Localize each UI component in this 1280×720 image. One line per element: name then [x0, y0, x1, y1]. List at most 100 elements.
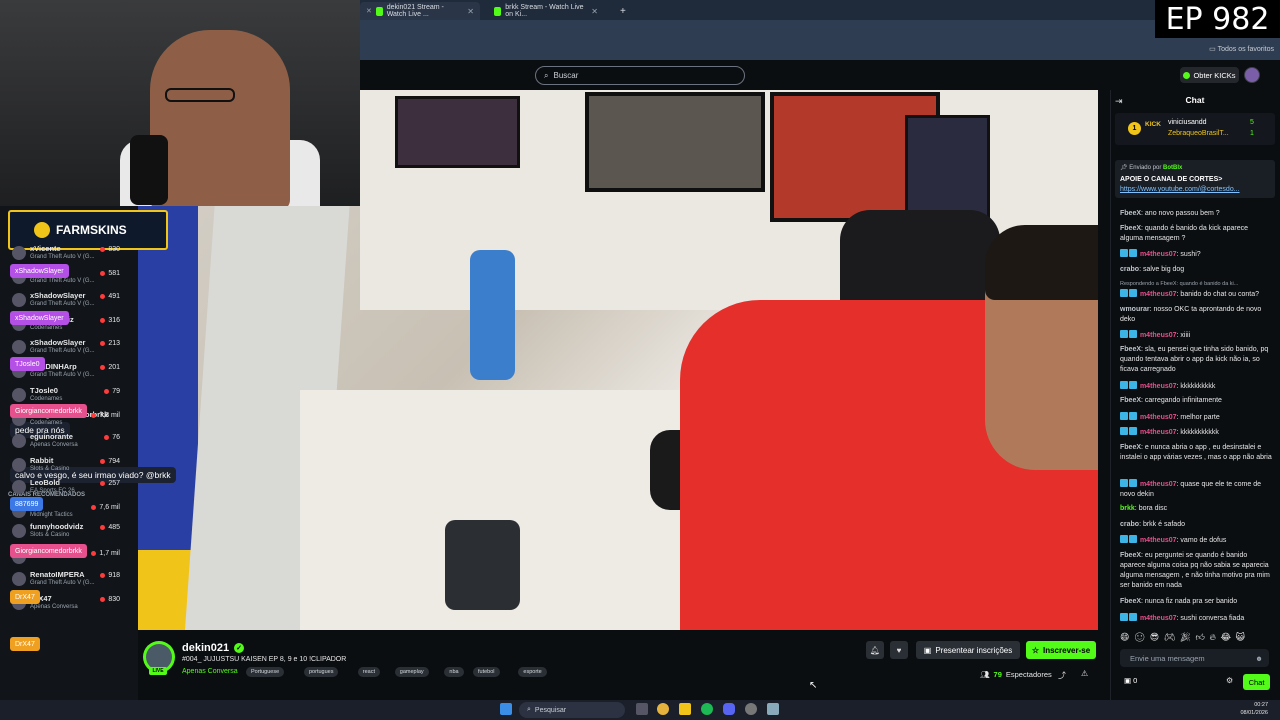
- stream-tag[interactable]: react: [357, 667, 381, 677]
- viewer-count: 581: [100, 270, 120, 277]
- chat-message[interactable]: FbeeX: sla, eu pensei que tinha sido ban…: [1120, 345, 1272, 375]
- farmskins-label: FARMSKINS: [56, 223, 127, 237]
- chat-message[interactable]: FbeeX: eu perguntei se quando é banido a…: [1120, 551, 1272, 591]
- discord-icon[interactable]: [723, 703, 735, 715]
- close-icon[interactable]: ✕: [467, 7, 474, 16]
- spotify-icon[interactable]: [701, 703, 713, 715]
- chat-message[interactable]: FbeeX: quando é banido da kick aparece a…: [1120, 224, 1272, 244]
- chrome-icon[interactable]: [657, 703, 669, 715]
- taskbar-clock[interactable]: 00:27 08/01/2026: [1240, 701, 1268, 717]
- chat-username[interactable]: m4theus07: [1140, 383, 1177, 390]
- chat-username[interactable]: m4theus07: [1140, 429, 1177, 436]
- channel-name: xVicente: [30, 244, 61, 253]
- user-avatar[interactable]: [1244, 67, 1260, 83]
- browser-tab[interactable]: brkk Stream - Watch Live on Ki... ✕: [488, 2, 604, 20]
- chat-message[interactable]: m4theus07: vamo de dofus: [1120, 535, 1272, 546]
- chat-username[interactable]: FbeeX: [1120, 225, 1141, 232]
- sidebar-channel-item[interactable]: xShadowSlayer Grand Theft Auto V (G... 491: [12, 291, 128, 313]
- chat-username[interactable]: m4theus07: [1140, 291, 1177, 298]
- stream-category[interactable]: Apenas Conversa: [182, 668, 238, 675]
- gift-subs-button[interactable]: ▣ Presentear inscrições: [916, 641, 1020, 659]
- chat-message[interactable]: m4theus07: quase que ele te come de novo…: [1120, 479, 1272, 500]
- stream-tag[interactable]: nba: [444, 667, 464, 677]
- browser-tab[interactable]: ✕ dekin021 Stream - Watch Live ... ✕: [360, 2, 480, 20]
- chat-username[interactable]: FbeeX: [1120, 444, 1141, 451]
- chat-username[interactable]: m4theus07: [1140, 537, 1177, 544]
- get-kicks-label: Obter KICKs: [1193, 70, 1236, 80]
- close-icon[interactable]: ✕: [366, 7, 372, 15]
- chat-message[interactable]: FbeeX: e nunca abria o app , eu desinsta…: [1120, 443, 1272, 463]
- chat-message[interactable]: FbeeX: nunca fiz nada pra ser banido: [1120, 597, 1272, 607]
- get-kicks-button[interactable]: Obter KICKs: [1180, 67, 1239, 83]
- all-bookmarks[interactable]: ▭ Todos os favoritos: [1209, 45, 1274, 53]
- obs-icon[interactable]: [745, 703, 757, 715]
- sidebar-channel-item[interactable]: xVicente Grand Theft Auto V (G... 830: [12, 244, 128, 266]
- chat-username[interactable]: m4theus07: [1140, 481, 1177, 488]
- chat-message[interactable]: m4theus07: sushi?: [1120, 249, 1272, 260]
- viewer-count-text: 7,3 mil: [99, 412, 120, 419]
- stream-tag[interactable]: Portuguese: [246, 667, 285, 677]
- chat-input[interactable]: Envie uma mensagem ☻: [1120, 649, 1269, 667]
- stream-tag[interactable]: futebol: [473, 667, 500, 677]
- address-bar[interactable]: [360, 20, 1280, 60]
- report-icon[interactable]: ⚠: [1081, 669, 1088, 678]
- streamer-name[interactable]: dekin021 ✓: [182, 642, 245, 654]
- chat-points[interactable]: ▣ 0: [1124, 676, 1137, 685]
- follow-button[interactable]: ♥: [890, 641, 908, 659]
- chat-message[interactable]: m4theus07: banido do chat ou conta?: [1120, 289, 1272, 300]
- task-view-icon[interactable]: [636, 703, 648, 715]
- kick-coin-icon: [1183, 71, 1191, 79]
- chat-message[interactable]: m4theus07: sushi conversa fiada: [1120, 613, 1272, 624]
- leader-user[interactable]: ZebraqueoBrasilT...: [1168, 130, 1229, 137]
- chat-username[interactable]: FbeeX: [1120, 598, 1141, 605]
- folder-icon[interactable]: [679, 703, 691, 715]
- chat-username[interactable]: FbeeX: [1120, 346, 1141, 353]
- chat-username[interactable]: m4theus07: [1140, 615, 1177, 622]
- emoji-icon[interactable]: ☻: [1255, 654, 1263, 663]
- search-input[interactable]: ⌕ Buscar: [535, 66, 745, 85]
- chat-message[interactable]: FbeeX: ano novo passou bem ?: [1120, 209, 1272, 219]
- sidebar-channel-item[interactable]: funnyhoodvidz Slots & Casino 485: [12, 522, 128, 544]
- subscribe-button[interactable]: ☆ Inscrever-se: [1026, 641, 1096, 659]
- stream-tag[interactable]: portugues: [304, 667, 339, 677]
- chat-message[interactable]: m4theus07: kkkkkkkkkk: [1120, 381, 1272, 392]
- chat-username[interactable]: m4theus07: [1140, 332, 1177, 339]
- taskbar-search[interactable]: ⌕ Pesquisar: [519, 702, 625, 718]
- emote-bar[interactable]: 😄︎ 🙂︎ 😎︎ 🎮︎ 🎉︎ 👍︎ 🔥︎ 😂︎ 😺︎: [1120, 632, 1246, 643]
- chat-message[interactable]: m4theus07: xiiii: [1120, 330, 1272, 341]
- start-icon[interactable]: [500, 703, 512, 715]
- chat-username[interactable]: FbeeX: [1120, 397, 1141, 404]
- subscriber-badge-icon: [1120, 381, 1128, 389]
- close-icon[interactable]: ✕: [591, 7, 598, 16]
- chat-message[interactable]: wmourar: nosso OKC ta aprontando de novo…: [1120, 305, 1272, 325]
- chat-message[interactable]: m4theus07: kkkkkkkkkkk: [1120, 427, 1272, 438]
- chat-username[interactable]: FbeeX: [1120, 552, 1141, 559]
- sidebar-channel-item[interactable]: Rabbit Slots & Casino 794: [12, 456, 128, 478]
- viewer-label: Espectadores: [1005, 670, 1052, 679]
- calculator-icon[interactable]: [767, 703, 779, 715]
- chat-message[interactable]: crabo: salve big dog: [1120, 265, 1272, 275]
- new-tab-button[interactable]: +: [614, 2, 628, 20]
- chat-username[interactable]: wmourar: [1120, 306, 1150, 313]
- chat-username[interactable]: crabo: [1120, 521, 1139, 528]
- chat-message[interactable]: crabo: brkk é safado: [1120, 520, 1272, 530]
- send-chat-button[interactable]: Chat: [1243, 674, 1270, 690]
- chat-username[interactable]: brkk: [1120, 505, 1135, 512]
- search-icon: ⌕: [544, 70, 549, 80]
- stream-tag[interactable]: gameplay: [394, 667, 429, 677]
- chat-message[interactable]: FbeeX: carregando infinitamente: [1120, 396, 1272, 406]
- chat-username[interactable]: FbeeX: [1120, 210, 1141, 217]
- share-icon[interactable]: ⤴: [1058, 670, 1066, 681]
- sidebar-channel-item[interactable]: eguinorante Apenas Conversa 76: [12, 432, 128, 454]
- chat-message[interactable]: brkk: bora disc: [1120, 504, 1272, 514]
- chat-message[interactable]: m4theus07: melhor parte: [1120, 412, 1272, 423]
- leader-user[interactable]: viniciusandd: [1168, 119, 1207, 126]
- gear-icon[interactable]: ⚙: [1226, 676, 1233, 685]
- notifications-button[interactable]: 🔔︎: [866, 641, 884, 659]
- chat-username[interactable]: m4theus07: [1140, 414, 1177, 421]
- pinned-link[interactable]: https://www.youtube.com/@cortesdo...: [1120, 186, 1240, 193]
- chat-username[interactable]: m4theus07: [1140, 251, 1177, 258]
- stream-tag[interactable]: esporte: [518, 667, 547, 677]
- chat-username[interactable]: crabo: [1120, 266, 1139, 273]
- sidebar-channel-item[interactable]: RenatoIMPERA Grand Theft Auto V (G... 918: [12, 570, 128, 592]
